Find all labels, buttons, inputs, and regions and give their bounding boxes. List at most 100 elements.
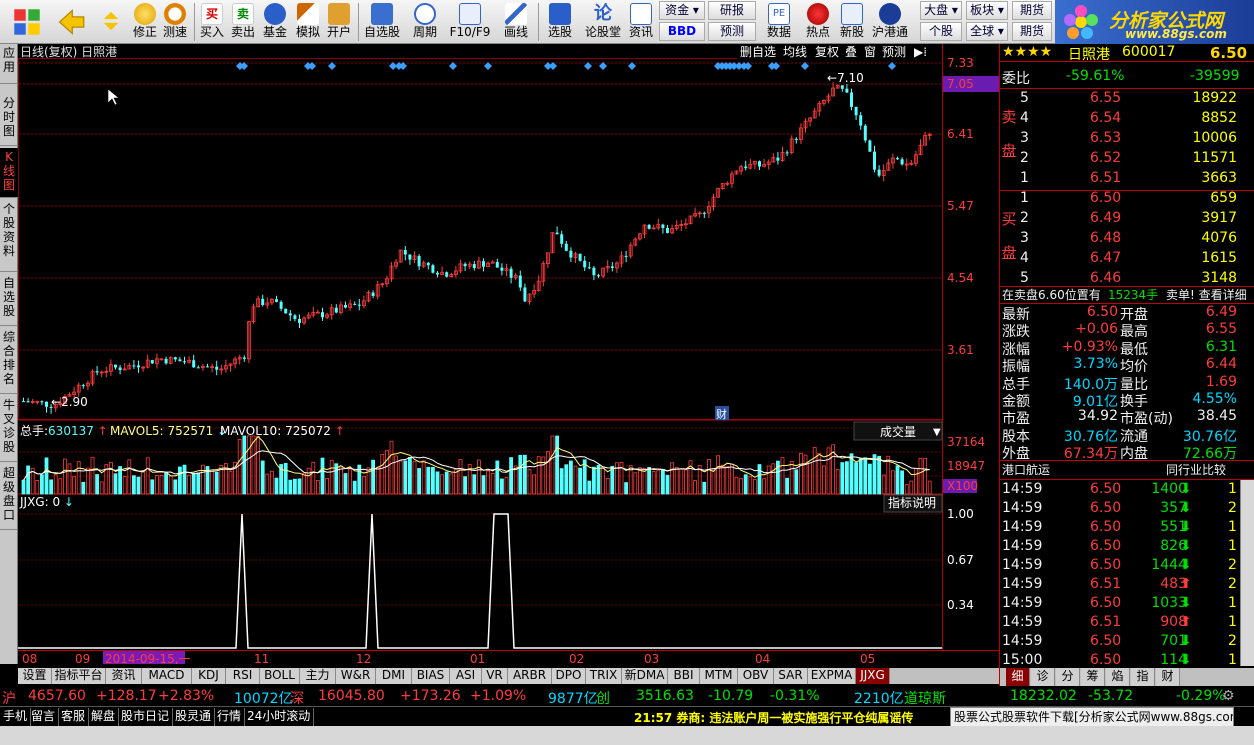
tab-ranking[interactable]: 综合排名 xyxy=(0,328,18,394)
back-button[interactable] xyxy=(56,1,86,43)
indicator-tab[interactable]: JJXG xyxy=(856,668,890,684)
up-down-button[interactable] xyxy=(98,1,124,43)
indicator-tab[interactable]: VR xyxy=(482,668,508,684)
volume-dropdown[interactable]: 成交量 xyxy=(880,424,916,439)
market-button[interactable]: 大盘 ▾ xyxy=(920,1,962,20)
indicator-tab[interactable]: 主力 xyxy=(300,668,336,684)
hk-connect-button[interactable]: 沪港通 xyxy=(872,1,908,43)
tab-diagnosis[interactable]: 牛叉诊股 xyxy=(0,396,18,462)
forecast-button[interactable]: 预测 xyxy=(708,22,756,41)
dj-index-name[interactable]: 道琼斯 xyxy=(904,688,946,708)
order-row[interactable]: 4 6.54 8852 xyxy=(1000,110,1239,130)
right-tab[interactable]: 财 xyxy=(1156,668,1180,686)
indicator-tab[interactable]: DMI xyxy=(376,668,412,684)
tab-watchlist[interactable]: 自选股 xyxy=(0,274,18,326)
indicator-tab[interactable]: 设置 xyxy=(18,668,52,684)
indicator-tab[interactable]: 指标平台 xyxy=(52,668,106,684)
delete-watchlist-button[interactable]: 删自选 xyxy=(740,45,776,59)
ma-button[interactable]: 均线 xyxy=(783,45,807,59)
sh-index-name[interactable]: 沪 xyxy=(2,688,16,708)
indicator-help-button[interactable]: 指标说明 xyxy=(888,495,936,510)
indicator-tab[interactable]: DPO xyxy=(552,668,586,684)
status-tab[interactable]: 行情 xyxy=(214,708,246,726)
futures-button[interactable]: 期货 xyxy=(1012,1,1052,20)
tab-intraday[interactable]: 分时图 xyxy=(0,94,18,146)
stock-button[interactable]: 个股 xyxy=(920,22,962,41)
stock-select-button[interactable]: 选股 xyxy=(544,1,576,43)
global-button[interactable]: 全球 ▾ xyxy=(966,22,1008,41)
indicator-tab[interactable]: ASI xyxy=(450,668,482,684)
tab-super-panel[interactable]: 超级盘口 xyxy=(0,464,18,530)
indicator-tab[interactable]: W&R xyxy=(336,668,376,684)
kline-chart-area[interactable]: 日线(复权) 日照港 删自选 均线 复权 叠 窗 预测 ▶⁞ 7.33 7.05… xyxy=(18,44,999,666)
tab-stock-info[interactable]: 个股资料 xyxy=(0,200,18,272)
indicator-tab[interactable]: ARBR xyxy=(508,668,552,684)
status-tab[interactable]: 手机 xyxy=(0,708,32,726)
indicator-tab[interactable]: TRIX xyxy=(586,668,622,684)
speedtest-button[interactable]: 测速 xyxy=(160,1,190,43)
status-tab[interactable]: 解盘 xyxy=(88,708,120,726)
indicator-tab[interactable]: OBV xyxy=(738,668,774,684)
indicator-tab[interactable]: BBI xyxy=(668,668,700,684)
status-tab[interactable]: 股市日记 xyxy=(118,708,174,726)
order-row[interactable]: 2 6.49 3917 xyxy=(1000,210,1239,230)
chevron-down-icon[interactable]: ▼ xyxy=(933,427,941,438)
right-tab[interactable]: 分 xyxy=(1056,668,1080,686)
futures2-button[interactable]: 期货 xyxy=(1012,22,1052,41)
indicator-tab[interactable]: EXPMA xyxy=(808,668,856,684)
indicator-tab[interactable]: KDJ xyxy=(192,668,226,684)
sz-index-name[interactable]: 深 xyxy=(290,688,304,708)
forum-button[interactable]: 论论股堂 xyxy=(585,1,621,43)
order-row[interactable]: 5 6.55 18922 xyxy=(1000,90,1239,110)
research-button[interactable]: 研报 xyxy=(708,1,756,20)
order-row[interactable]: 2 6.52 11571 xyxy=(1000,150,1239,170)
indicator-tab[interactable]: MACD xyxy=(142,668,192,684)
overlay-button[interactable]: 叠 xyxy=(845,45,857,59)
status-tab[interactable]: 留言 xyxy=(28,708,60,726)
indicator-tab[interactable]: MTM xyxy=(700,668,738,684)
industry-compare-button[interactable]: 同行业比较 xyxy=(1166,461,1226,478)
f10-button[interactable]: F10/F9 xyxy=(450,1,490,43)
tab-apps[interactable]: 应用 xyxy=(0,44,18,84)
data-button[interactable]: PE 数据 xyxy=(762,1,796,43)
settings-icon[interactable]: ⚙ xyxy=(1222,688,1235,704)
news-button[interactable]: 资讯 xyxy=(626,1,656,43)
order-row[interactable]: 1 6.50 659 xyxy=(1000,190,1239,210)
draw-line-button[interactable]: 画线 xyxy=(500,1,532,43)
indicator-tab[interactable]: BIAS xyxy=(412,668,450,684)
sector-button[interactable]: 板块 ▾ xyxy=(966,1,1008,20)
capital-button[interactable]: 资金 ▾ xyxy=(659,1,705,20)
right-tab[interactable]: 筹 xyxy=(1081,668,1105,686)
order-row[interactable]: 4 6.47 1615 xyxy=(1000,250,1239,270)
finance-marker[interactable]: 财 xyxy=(716,407,727,421)
order-row[interactable]: 1 6.51 3663 xyxy=(1000,170,1239,190)
right-tab[interactable]: 诊 xyxy=(1031,668,1055,686)
bbd-button[interactable]: BBD xyxy=(659,22,705,41)
order-row[interactable]: 3 6.48 4076 xyxy=(1000,230,1239,250)
order-row[interactable]: 3 6.53 10006 xyxy=(1000,130,1239,150)
indicator-tab[interactable]: 新DMA xyxy=(622,668,668,684)
industry-name[interactable]: 港口航运 xyxy=(1002,461,1050,478)
fund-button[interactable]: 基金 xyxy=(260,1,290,43)
large-order-notice[interactable]: 在卖盘6.60位置有 15234手 卖单! 查看详细 xyxy=(1000,286,1247,302)
status-tab[interactable]: 客服 xyxy=(58,708,90,726)
collapse-arrow-icon[interactable]: ▶⁞ xyxy=(914,45,927,59)
news-ticker[interactable]: 21:57 券商: 违法账户周一被实施强行平仓纯属谣传 xyxy=(634,709,913,726)
ad-banner[interactable]: 股票公式股票软件下载[分析家公式网www.88gs.com] xyxy=(950,707,1234,727)
watchlist-button[interactable]: 自选股 xyxy=(364,1,400,43)
adjust-button[interactable]: 复权 xyxy=(815,45,839,59)
indicator-tab[interactable]: 资讯 xyxy=(106,668,142,684)
tick-scrollbar[interactable] xyxy=(1240,480,1254,666)
right-tab[interactable]: 指 xyxy=(1131,668,1155,686)
open-account-button[interactable]: 开户 xyxy=(324,1,354,43)
tab-kline[interactable]: K线图 xyxy=(0,148,18,198)
forecast-toggle-button[interactable]: 预测 xyxy=(882,45,906,59)
window-button[interactable]: 窗 xyxy=(864,45,876,59)
indicator-tab[interactable]: BOLL xyxy=(260,668,300,684)
indicator-tab[interactable]: RSI xyxy=(226,668,260,684)
new-stock-button[interactable]: 新股 xyxy=(836,1,868,43)
status-tab[interactable]: 股灵通 xyxy=(172,708,216,726)
status-tab[interactable]: 24小时滚动 xyxy=(244,708,315,726)
cy-index-name[interactable]: 创 xyxy=(596,688,610,708)
grid-menu-button[interactable] xyxy=(10,1,44,43)
